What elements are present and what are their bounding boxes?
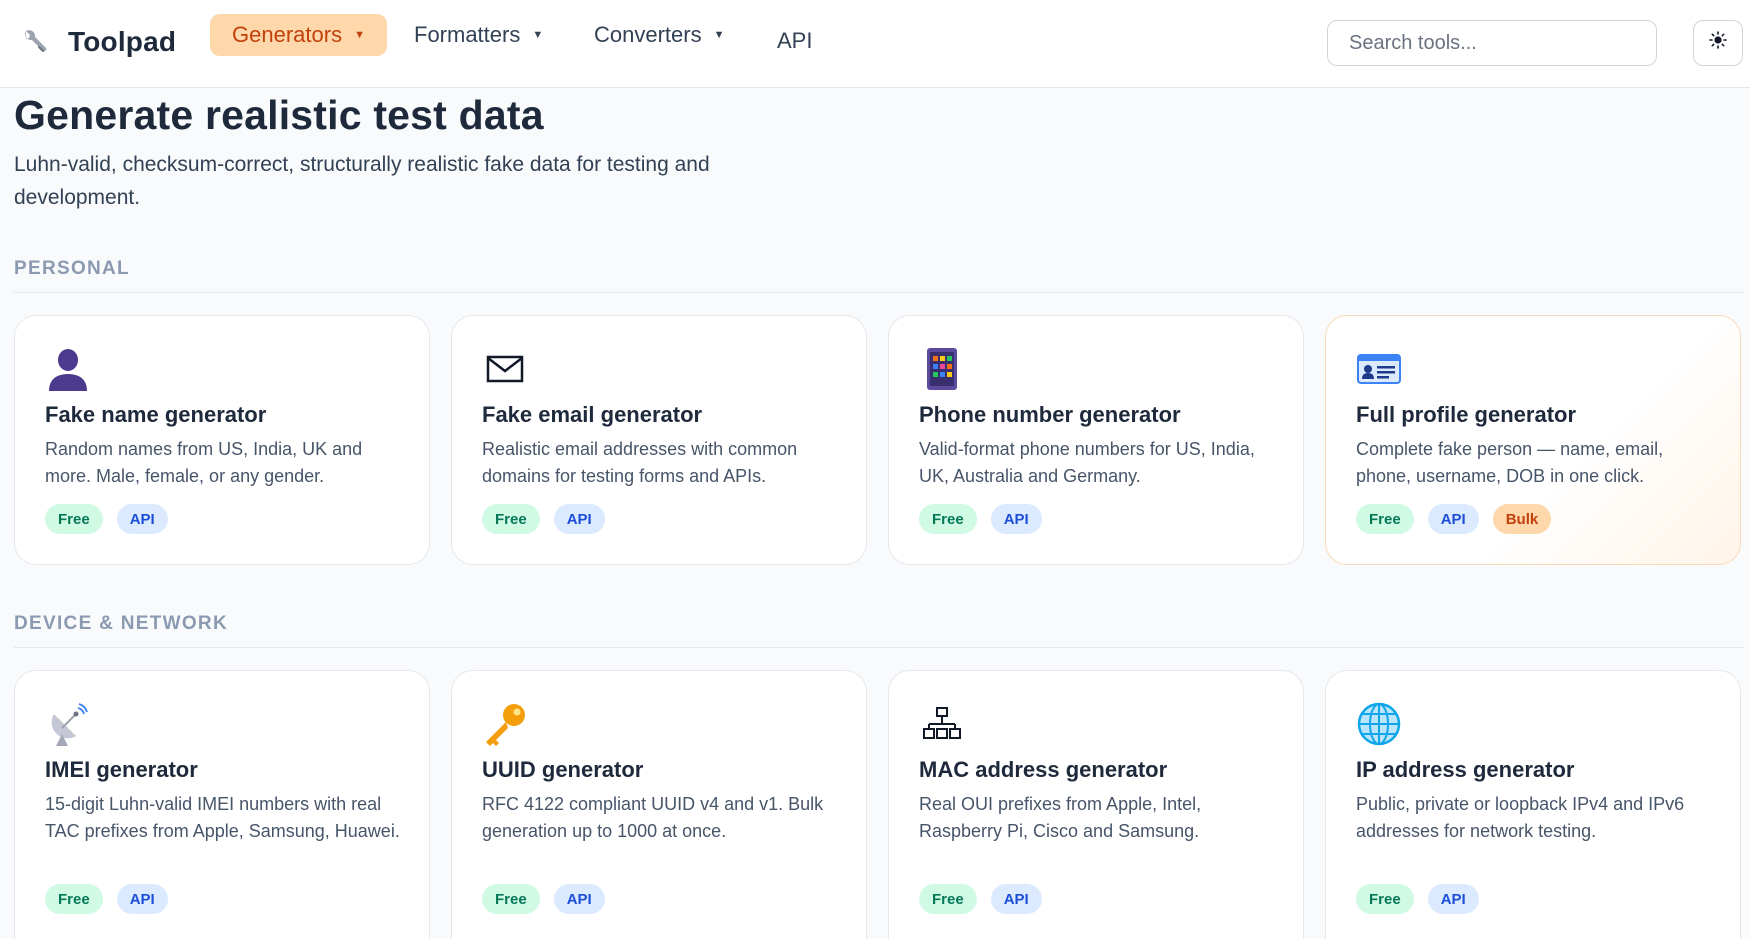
free-badge: Free <box>45 884 103 914</box>
nav-generators-label: Generators <box>232 22 343 47</box>
brand-name: Toolpad <box>68 26 177 57</box>
card-phone-number-generator[interactable]: Phone number generator Valid-format phon… <box>888 315 1304 565</box>
theme-toggle-button[interactable] <box>1693 20 1743 66</box>
sun-icon <box>1709 31 1727 55</box>
nav-converters-label: Converters <box>594 22 702 47</box>
free-badge: Free <box>482 884 540 914</box>
badge-group: Free API <box>1356 884 1479 914</box>
bulk-badge: Bulk <box>1492 504 1552 534</box>
person-silhouette-icon <box>45 346 91 392</box>
free-badge: Free <box>919 884 977 914</box>
top-bar: Toolpad Generators ▼ Formatters ▼ Conver… <box>0 0 1750 88</box>
card-fake-email-generator[interactable]: Fake email generator Realistic email add… <box>451 315 867 565</box>
section-divider <box>14 647 1744 648</box>
card-description: Real OUI prefixes from Apple, Intel, Ras… <box>919 794 1202 841</box>
search-input[interactable] <box>1327 20 1657 66</box>
api-badge: API <box>553 884 605 914</box>
card-description: Valid-format phone numbers for US, India… <box>919 439 1255 486</box>
free-badge: Free <box>482 504 540 534</box>
card-fake-name-generator[interactable]: Fake name generator Random names from US… <box>14 315 430 565</box>
card-uuid-generator[interactable]: UUID generator RFC 4122 compliant UUID v… <box>451 670 867 939</box>
page-subtitle: Luhn-valid, checksum-correct, structural… <box>14 153 710 209</box>
card-mac-address-generator[interactable]: MAC address generator Real OUI prefixes … <box>888 670 1304 939</box>
card-title: IP address generator <box>1356 757 1575 782</box>
api-badge: API <box>990 884 1042 914</box>
network-icon <box>919 701 965 747</box>
brand[interactable]: Toolpad <box>18 22 176 62</box>
nav-api[interactable]: API <box>777 20 812 62</box>
badge-group: Free API <box>45 504 168 534</box>
card-description: RFC 4122 compliant UUID v4 and v1. Bulk … <box>482 794 824 841</box>
api-badge: API <box>990 504 1042 534</box>
api-badge: API <box>116 884 168 914</box>
card-title: UUID generator <box>482 757 644 782</box>
mobile-phone-icon <box>919 346 965 392</box>
card-title: IMEI generator <box>45 757 198 782</box>
satellite-dish-icon <box>45 701 91 747</box>
free-badge: Free <box>45 504 103 534</box>
badge-group: Free API <box>45 884 168 914</box>
caret-down-icon: ▼ <box>532 29 544 41</box>
badge-group: Free API <box>919 504 1042 534</box>
envelope-icon <box>482 346 528 392</box>
wrench-icon <box>18 25 52 59</box>
free-badge: Free <box>919 504 977 534</box>
nav-formatters-label: Formatters <box>414 22 521 47</box>
section-label-personal: PERSONAL <box>14 258 130 279</box>
card-title: Full profile generator <box>1356 402 1577 427</box>
card-title: Fake email generator <box>482 402 703 427</box>
badge-group: Free API <box>919 884 1042 914</box>
card-description: Public, private or loopback IPv4 and IPv… <box>1356 794 1685 841</box>
caret-down-icon: ▼ <box>354 29 365 41</box>
section-label-device-network: DEVICE & NETWORK <box>14 613 228 634</box>
card-title: Fake name generator <box>45 402 267 427</box>
nav-converters[interactable]: Converters ▼ <box>594 14 724 56</box>
nav-formatters[interactable]: Formatters ▼ <box>414 14 543 56</box>
card-description: Complete fake person — name, email, phon… <box>1356 439 1664 486</box>
card-title: Phone number generator <box>919 402 1181 427</box>
nav-api-label: API <box>777 28 813 53</box>
card-description: 15-digit Luhn-valid IMEI numbers with re… <box>45 794 400 841</box>
card-ip-address-generator[interactable]: IP address generator Public, private or … <box>1325 670 1741 939</box>
api-badge: API <box>553 504 605 534</box>
api-badge: API <box>116 504 168 534</box>
badge-group: Free API <box>482 884 605 914</box>
api-badge: API <box>1427 504 1479 534</box>
id-card-icon <box>1356 346 1402 392</box>
badge-group: Free API <box>482 504 605 534</box>
free-badge: Free <box>1356 504 1414 534</box>
caret-down-icon: ▼ <box>713 29 725 41</box>
card-title: MAC address generator <box>919 757 1168 782</box>
section-divider <box>14 292 1744 293</box>
page-title: Generate realistic test data <box>14 92 544 138</box>
free-badge: Free <box>1356 884 1414 914</box>
globe-icon <box>1356 701 1402 747</box>
nav-generators[interactable]: Generators ▼ <box>210 14 387 56</box>
card-full-profile-generator[interactable]: Full profile generator Complete fake per… <box>1325 315 1741 565</box>
card-imei-generator[interactable]: IMEI generator 15-digit Luhn-valid IMEI … <box>14 670 430 939</box>
badge-group: Free API Bulk <box>1356 504 1552 534</box>
api-badge: API <box>1427 884 1479 914</box>
key-icon <box>482 701 528 747</box>
card-description: Random names from US, India, UK and more… <box>45 439 363 486</box>
card-description: Realistic email addresses with common do… <box>482 439 798 486</box>
